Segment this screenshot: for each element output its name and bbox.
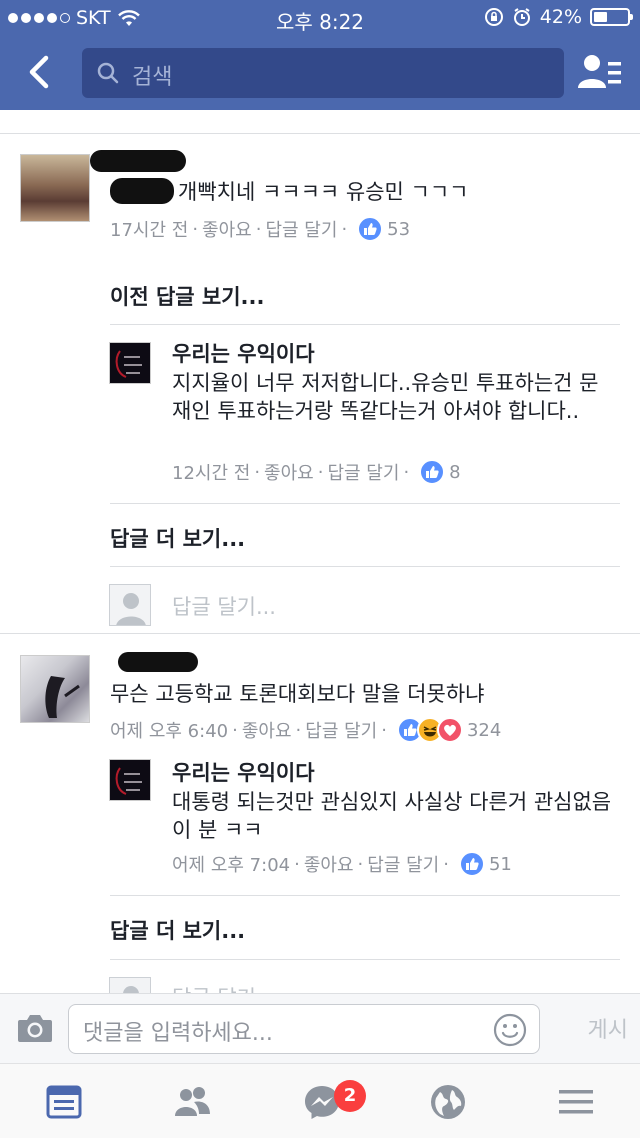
camera-icon[interactable] bbox=[16, 1012, 54, 1044]
nav-bar: 검색 bbox=[0, 36, 640, 110]
reply-time[interactable]: 12시간 전 bbox=[172, 459, 250, 485]
reply-link[interactable]: 답글 달기 bbox=[305, 717, 377, 743]
battery-percent: 42% bbox=[539, 6, 582, 28]
like-reaction-icon[interactable] bbox=[458, 851, 485, 877]
menu-tab-icon[interactable] bbox=[556, 1082, 596, 1122]
top-header: SKT 오후 8:22 42% 검색 bbox=[0, 0, 640, 110]
user-avatar-placeholder bbox=[109, 977, 151, 993]
reply-input[interactable]: 답글 달기... bbox=[172, 982, 276, 993]
bottom-tab-bar: 2 bbox=[0, 1063, 640, 1138]
search-icon bbox=[97, 62, 119, 84]
rotation-lock-icon bbox=[484, 8, 503, 26]
user-avatar-placeholder bbox=[109, 584, 151, 626]
status-bar: SKT 오후 8:22 42% bbox=[0, 0, 640, 36]
like-link[interactable]: 좋아요 bbox=[202, 216, 252, 242]
reply-text: 대통령 되는것만 관심있지 사실상 다른거 관심없음 이 분 ㅋㅋ bbox=[172, 790, 612, 842]
back-button[interactable] bbox=[20, 50, 60, 94]
news-feed-tab-icon[interactable] bbox=[44, 1082, 84, 1122]
reply-avatar-logo bbox=[115, 767, 142, 795]
comment-text: 개빡치네 ㅋㅋㅋㅋ 유승민 ㄱㄱㄱ bbox=[178, 180, 469, 204]
reaction-count[interactable]: 324 bbox=[467, 720, 501, 741]
divider bbox=[0, 633, 640, 634]
messenger-badge: 2 bbox=[334, 1080, 366, 1112]
reply-author[interactable]: 우리는 우익이다 bbox=[172, 338, 315, 368]
notifications-globe-tab-icon[interactable] bbox=[428, 1082, 468, 1122]
commenter-avatar[interactable] bbox=[20, 655, 90, 723]
like-reaction-icon[interactable] bbox=[357, 216, 384, 242]
divider bbox=[110, 895, 620, 896]
view-previous-replies[interactable]: 이전 답글 보기... bbox=[110, 281, 264, 311]
comment-input[interactable]: 댓글을 입력하세요... bbox=[68, 1004, 540, 1054]
like-link[interactable]: 좋아요 bbox=[304, 851, 354, 877]
divider bbox=[0, 133, 640, 134]
comment-meta: 17시간 전 · 좋아요 · 답글 달기 · 53 bbox=[110, 216, 410, 242]
reaction-count[interactable]: 8 bbox=[449, 462, 460, 483]
reply-link[interactable]: 답글 달기 bbox=[367, 851, 439, 877]
comment-text: 무슨 고등학교 토론대회보다 말을 더못하냐 bbox=[110, 682, 485, 706]
reply-meta: 어제 오후 7:04 · 좋아요 · 답글 달기 · 51 bbox=[172, 851, 512, 877]
reply-meta: 12시간 전 · 좋아요 · 답글 달기 · 8 bbox=[172, 459, 461, 485]
divider bbox=[110, 324, 620, 325]
comment-composer: 댓글을 입력하세요... 게시 bbox=[0, 993, 640, 1063]
love-reaction-icon[interactable] bbox=[436, 717, 463, 743]
search-bar[interactable]: 검색 bbox=[82, 48, 564, 98]
view-more-replies[interactable]: 답글 더 보기... bbox=[110, 915, 245, 945]
reply-avatar[interactable] bbox=[109, 759, 151, 801]
comment-time[interactable]: 어제 오후 6:40 bbox=[110, 717, 228, 743]
reaction-count[interactable]: 53 bbox=[387, 219, 410, 240]
reaction-count[interactable]: 51 bbox=[489, 854, 512, 875]
reply-time[interactable]: 어제 오후 7:04 bbox=[172, 851, 290, 877]
comment-time[interactable]: 17시간 전 bbox=[110, 216, 188, 242]
status-right: 42% bbox=[484, 6, 633, 28]
reply-row-clipped: 답글 달기... bbox=[0, 960, 640, 993]
post-button[interactable]: 게시 bbox=[588, 1012, 628, 1044]
comment-input-placeholder: 댓글을 입력하세요... bbox=[83, 1021, 273, 1046]
friends-tab-icon[interactable] bbox=[172, 1082, 212, 1122]
reply-author[interactable]: 우리는 우익이다 bbox=[172, 757, 315, 787]
reply-link[interactable]: 답글 달기 bbox=[327, 459, 399, 485]
reply-text: 지지율이 너무 저저합니다..유승민 투표하는건 문재인 투표하는거랑 똑같다는… bbox=[172, 371, 599, 423]
view-more-replies[interactable]: 답글 더 보기... bbox=[110, 523, 245, 553]
alarm-icon bbox=[513, 8, 530, 26]
comment-meta: 어제 오후 6:40 · 좋아요 · 답글 달기 · 324 bbox=[110, 717, 501, 743]
reply-avatar-logo bbox=[115, 350, 142, 378]
commenter-avatar[interactable] bbox=[20, 154, 90, 222]
divider bbox=[110, 503, 620, 504]
redacted-name bbox=[118, 652, 198, 672]
search-placeholder: 검색 bbox=[132, 65, 173, 90]
divider bbox=[110, 566, 620, 567]
reply-avatar[interactable] bbox=[109, 342, 151, 384]
reply-input[interactable]: 답글 달기... bbox=[172, 591, 276, 621]
emoji-icon[interactable] bbox=[493, 1013, 527, 1047]
reply-link[interactable]: 답글 달기 bbox=[265, 216, 337, 242]
redacted-name-overlap bbox=[110, 178, 174, 204]
redacted-name bbox=[90, 150, 186, 172]
friend-list-button[interactable] bbox=[578, 52, 622, 92]
like-link[interactable]: 좋아요 bbox=[264, 459, 314, 485]
like-link[interactable]: 좋아요 bbox=[242, 717, 292, 743]
like-reaction-icon[interactable] bbox=[419, 459, 446, 485]
battery-icon bbox=[590, 8, 633, 26]
